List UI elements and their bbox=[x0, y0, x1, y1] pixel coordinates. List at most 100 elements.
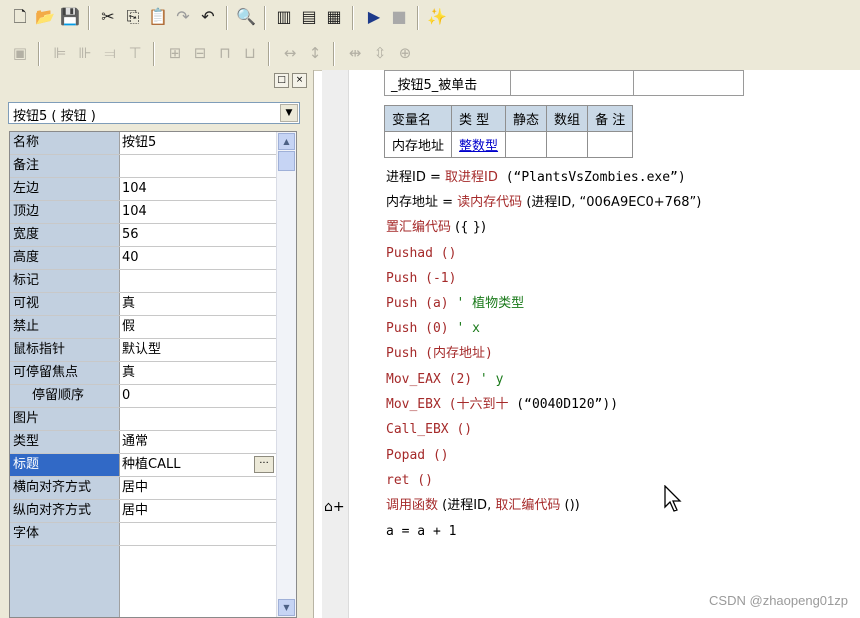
redo-icon[interactable]: ↷ bbox=[171, 5, 195, 29]
property-value[interactable]: 0 bbox=[122, 385, 130, 407]
scroll-up-icon[interactable]: ▲ bbox=[278, 133, 295, 150]
code-line[interactable]: Push (内存地址) bbox=[386, 343, 493, 365]
space-v-icon[interactable]: ↕ bbox=[303, 41, 327, 65]
code-command: Popad () bbox=[386, 448, 449, 463]
chevron-down-icon[interactable]: ▼ bbox=[280, 104, 298, 122]
property-value[interactable]: 104 bbox=[122, 178, 147, 200]
var-type-link[interactable]: 整数型 bbox=[459, 139, 498, 154]
property-row[interactable]: 禁止假 bbox=[10, 316, 276, 339]
maximize-pane-button[interactable]: □ bbox=[274, 73, 289, 88]
same-height-icon[interactable]: ⊔ bbox=[238, 41, 262, 65]
subroutine-note[interactable] bbox=[633, 70, 744, 96]
var-name-cell[interactable]: 内存地址 bbox=[383, 131, 453, 158]
property-row-selected[interactable]: 标题 种植CALL ··· bbox=[10, 454, 276, 477]
property-value[interactable]: 假 bbox=[122, 316, 135, 338]
code-line[interactable]: Pushad () bbox=[386, 243, 456, 265]
code-line[interactable]: 进程ID = 取进程ID (“PlantsVsZombies.exe”) bbox=[386, 167, 686, 189]
run-icon[interactable]: ▶ bbox=[362, 5, 386, 29]
code-line[interactable]: 置汇编代码 ({ }) bbox=[386, 217, 486, 239]
paste-icon[interactable]: 📋 bbox=[146, 5, 170, 29]
code-line[interactable]: Mov_EBX (十六到十 (“0040D120”)) bbox=[386, 394, 618, 416]
property-row[interactable]: 图片 bbox=[10, 408, 276, 431]
same-width-icon[interactable]: ⊓ bbox=[213, 41, 237, 65]
layout-top-icon[interactable]: ▤ bbox=[297, 5, 321, 29]
save-icon[interactable]: 💾 bbox=[58, 5, 82, 29]
align-bottom-icon[interactable]: ⊟ bbox=[188, 41, 212, 65]
center-form-v-icon[interactable]: ⇳ bbox=[368, 41, 392, 65]
align-grid-icon[interactable]: ▣ bbox=[8, 41, 32, 65]
property-row[interactable]: 横向对齐方式 居中 bbox=[10, 477, 276, 500]
property-row[interactable]: 可停留焦点真 bbox=[10, 362, 276, 385]
code-line[interactable]: Mov_EAX (2) ' y bbox=[386, 369, 503, 391]
code-line[interactable]: a = a + 1 bbox=[386, 521, 456, 543]
scroll-down-icon[interactable]: ▼ bbox=[278, 599, 295, 616]
property-scrollbar[interactable]: ▲ ▼ bbox=[276, 132, 296, 617]
find-icon[interactable]: 🔍 bbox=[234, 5, 258, 29]
scroll-thumb[interactable] bbox=[278, 151, 295, 171]
var-note-cell[interactable] bbox=[587, 131, 634, 158]
ellipsis-button[interactable]: ··· bbox=[254, 456, 274, 473]
code-line[interactable]: ret () bbox=[386, 470, 433, 492]
layout-grid-icon[interactable]: ▦ bbox=[322, 5, 346, 29]
code-line[interactable]: Push (a) ' 植物类型 bbox=[386, 293, 524, 315]
property-value[interactable]: 40 bbox=[122, 247, 139, 269]
new-icon[interactable]: 🗋 bbox=[8, 5, 32, 29]
close-pane-button[interactable]: × bbox=[292, 73, 307, 88]
property-value[interactable]: 104 bbox=[122, 201, 147, 223]
subroutine-name[interactable]: _按钮5_被单击 bbox=[384, 70, 511, 96]
property-row[interactable]: 类型 通常 bbox=[10, 431, 276, 454]
property-row[interactable]: 左边 104 bbox=[10, 178, 276, 201]
code-line[interactable]: Popad () bbox=[386, 445, 449, 467]
property-row[interactable]: 鼠标指针 默认型 bbox=[10, 339, 276, 362]
code-line[interactable]: Push (-1) bbox=[386, 268, 456, 290]
var-array-cell[interactable] bbox=[546, 131, 589, 158]
var-type-cell[interactable]: 整数型 bbox=[451, 131, 507, 158]
property-value[interactable]: 种植CALL bbox=[122, 454, 180, 476]
space-h-icon[interactable]: ↔ bbox=[278, 41, 302, 65]
property-row[interactable]: 停留顺序 0 bbox=[10, 385, 276, 408]
expand-marker-icon[interactable]: ⌂+ bbox=[324, 499, 345, 515]
var-static-cell[interactable] bbox=[505, 131, 548, 158]
property-row[interactable]: 宽度 56 bbox=[10, 224, 276, 247]
property-value[interactable]: 居中 bbox=[122, 500, 148, 522]
center-form-h-icon[interactable]: ⇹ bbox=[343, 41, 367, 65]
property-value[interactable]: 居中 bbox=[122, 477, 148, 499]
property-row[interactable]: 高度 40 bbox=[10, 247, 276, 270]
layout-left-icon[interactable]: ▥ bbox=[272, 5, 296, 29]
property-row[interactable]: 备注 bbox=[10, 155, 276, 178]
property-row[interactable]: 纵向对齐方式 居中 bbox=[10, 500, 276, 523]
property-value[interactable]: 真 bbox=[122, 362, 135, 384]
open-icon[interactable]: 📂 bbox=[33, 5, 57, 29]
object-select[interactable]: 按钮5 ( 按钮 ) ▼ bbox=[8, 102, 300, 124]
code-line[interactable]: Call_EBX () bbox=[386, 419, 472, 441]
wizard-icon[interactable]: ✨ bbox=[425, 5, 449, 29]
stop-icon[interactable]: ■ bbox=[387, 5, 411, 29]
code-line[interactable]: Push (0) ' x bbox=[386, 318, 480, 340]
center-form-icon[interactable]: ⊕ bbox=[393, 41, 417, 65]
code-text: ()) bbox=[560, 498, 580, 513]
code-editor[interactable]: _按钮5_被单击 变量名 类 型 静态 数组 备 注 内存地址 整数型 进程ID… bbox=[322, 70, 860, 618]
undo-icon[interactable]: ↶ bbox=[196, 5, 220, 29]
subroutine-return-type[interactable] bbox=[510, 70, 634, 96]
property-value[interactable]: 真 bbox=[122, 293, 135, 315]
property-value[interactable]: 56 bbox=[122, 224, 139, 246]
code-line[interactable]: 内存地址 = 读内存代码 (进程ID, “006A9EC0+768”) bbox=[386, 192, 701, 214]
property-name: 图片 bbox=[10, 408, 120, 430]
property-value[interactable]: 默认型 bbox=[122, 339, 161, 361]
property-row[interactable]: 名称 按钮5 bbox=[10, 132, 276, 155]
code-line[interactable]: 调用函数 (进程ID, 取汇编代码 ()) bbox=[386, 495, 580, 517]
cut-icon[interactable]: ✂ bbox=[96, 5, 120, 29]
property-value[interactable]: 通常 bbox=[122, 431, 148, 453]
code-command: 取进程ID bbox=[445, 170, 498, 185]
property-row[interactable]: 字体 bbox=[10, 523, 276, 546]
property-row[interactable]: 顶边 104 bbox=[10, 201, 276, 224]
align-middle-icon[interactable]: ⊞ bbox=[163, 41, 187, 65]
copy-icon[interactable]: ⎘ bbox=[121, 5, 145, 29]
align-center-h-icon[interactable]: ⊪ bbox=[73, 41, 97, 65]
align-left-icon[interactable]: ⊫ bbox=[48, 41, 72, 65]
align-top-icon[interactable]: ⊤ bbox=[123, 41, 147, 65]
property-value[interactable]: 按钮5 bbox=[122, 132, 156, 154]
align-right-icon[interactable]: ⫤ bbox=[98, 41, 122, 65]
property-row[interactable]: 标记 bbox=[10, 270, 276, 293]
property-row[interactable]: 可视真 bbox=[10, 293, 276, 316]
